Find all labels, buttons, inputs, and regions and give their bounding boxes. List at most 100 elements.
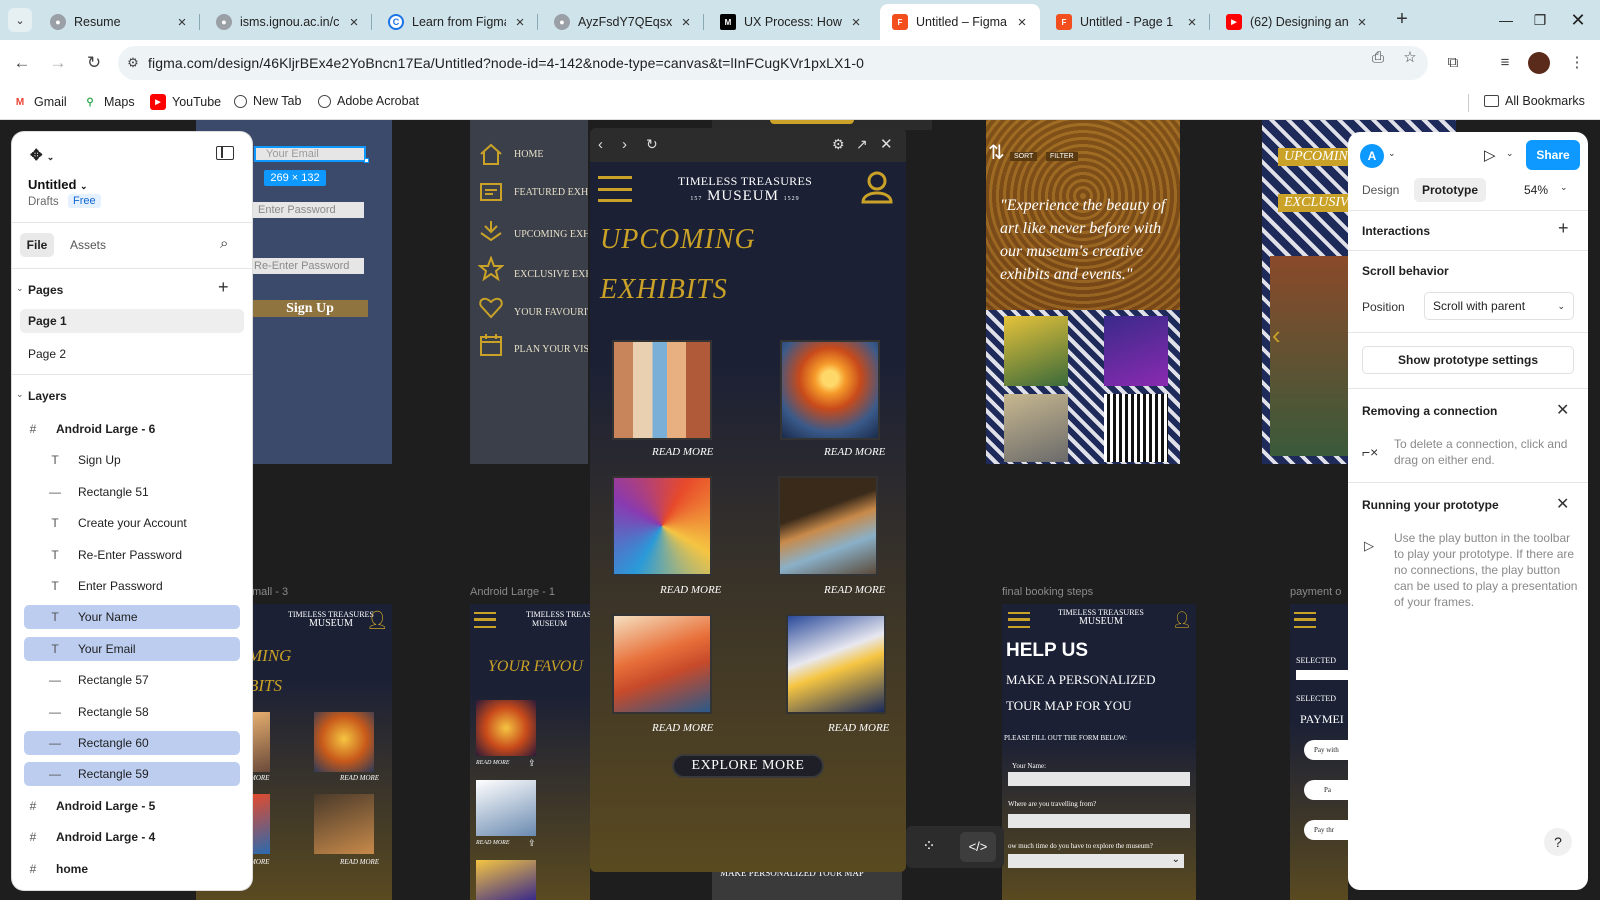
exhibit-image-sunset[interactable] bbox=[780, 340, 880, 440]
figma-main-menu[interactable]: ✥ ⌄ bbox=[30, 146, 54, 164]
layer-item[interactable]: — Rectangle 60 bbox=[24, 731, 240, 755]
show-prototype-settings-button[interactable]: Show prototype settings bbox=[1362, 346, 1574, 374]
layer-item[interactable]: # home bbox=[24, 857, 240, 881]
chevron-left-icon[interactable]: ‹ bbox=[1272, 320, 1281, 351]
profile-avatar[interactable] bbox=[1528, 52, 1550, 74]
read-more-link[interactable]: READ MORE bbox=[660, 584, 721, 596]
layer-item[interactable]: # Android Large - 6 bbox=[24, 417, 240, 441]
tab-search-button[interactable]: ⌄ bbox=[8, 8, 32, 32]
close-icon[interactable]: × bbox=[512, 14, 528, 31]
tab-design[interactable]: Design bbox=[1362, 183, 1399, 197]
settings-sliders-icon[interactable]: ⚙ bbox=[832, 136, 845, 153]
bookmark-star-icon[interactable]: ☆ bbox=[1398, 46, 1422, 70]
close-icon[interactable]: × bbox=[174, 14, 190, 31]
dev-mode-icon[interactable]: </> bbox=[960, 832, 996, 862]
tab-file[interactable]: File bbox=[20, 233, 54, 257]
layer-item[interactable]: — Rectangle 58 bbox=[24, 700, 240, 724]
reenter-password-field[interactable]: Re-Enter Password bbox=[252, 258, 364, 274]
chevron-down-icon[interactable]: ⌄ bbox=[1506, 148, 1514, 159]
your-email-field[interactable]: Your Email bbox=[254, 146, 366, 162]
browser-tab[interactable]: ● AyzFsdY7QEqsxbH × bbox=[542, 4, 704, 40]
layer-item[interactable]: T Create your Account bbox=[24, 511, 240, 535]
page-item-1[interactable]: Page 1 bbox=[20, 309, 244, 333]
layer-item[interactable]: T Sign Up bbox=[24, 448, 240, 472]
address-bar[interactable]: ⚙ figma.com/design/46KljrBEx4e2YoBncn17E… bbox=[118, 46, 1428, 80]
share-icon[interactable]: ⇪ bbox=[528, 758, 536, 769]
frame-menu[interactable]: HOME FEATURED EXHI UPCOMING EXHI EXCLUSI… bbox=[470, 120, 588, 464]
file-name[interactable]: Untitled ⌄ bbox=[28, 177, 88, 192]
sign-up-button[interactable]: Sign Up bbox=[252, 300, 368, 317]
browser-tab[interactable]: ● Resume × bbox=[38, 4, 200, 40]
forward-button[interactable]: → bbox=[46, 51, 70, 75]
exhibit-image-portrait[interactable] bbox=[612, 476, 712, 576]
booking-name-input[interactable] bbox=[1008, 772, 1190, 786]
tab-prototype[interactable]: Prototype bbox=[1414, 178, 1487, 202]
pay-option[interactable]: Pay thr bbox=[1304, 820, 1348, 840]
browser-menu-icon[interactable]: ⋮ bbox=[1564, 50, 1590, 76]
bookmark-gmail[interactable]: M Gmail bbox=[12, 94, 67, 110]
sort-button[interactable]: SORT bbox=[1010, 152, 1038, 161]
read-more-link[interactable]: READ MORE bbox=[652, 722, 713, 734]
layer-item[interactable]: # Android Large - 5 bbox=[24, 794, 240, 818]
layer-item[interactable]: T Your Email bbox=[24, 636, 240, 661]
share-button[interactable]: Share bbox=[1526, 140, 1580, 170]
frame-label[interactable]: final booking steps bbox=[1002, 586, 1093, 598]
read-more-link[interactable]: READ MORE bbox=[824, 446, 885, 458]
browser-tab[interactable]: ▶ (62) Designing an × bbox=[1214, 4, 1380, 40]
exhibit-image-surreal[interactable] bbox=[778, 476, 878, 576]
install-app-icon[interactable]: ⎙ bbox=[1366, 46, 1390, 70]
all-bookmarks[interactable]: All Bookmarks bbox=[1484, 94, 1585, 108]
position-select[interactable]: Scroll with parent ⌄ bbox=[1424, 292, 1574, 320]
restore-button[interactable]: ❐ bbox=[1522, 6, 1558, 34]
zoom-level[interactable]: 54% bbox=[1524, 183, 1548, 197]
project-location[interactable]: Drafts bbox=[28, 196, 59, 208]
bookmark-youtube[interactable]: ▶ YouTube bbox=[150, 94, 221, 110]
hamburger-menu-icon[interactable] bbox=[598, 176, 632, 202]
browser-tab-active[interactable]: F Untitled – Figma × bbox=[880, 4, 1040, 40]
layer-item[interactable]: — Rectangle 57 bbox=[24, 668, 240, 692]
prototype-screen[interactable]: TIMELESS TREASURES 157 MUSEUM 1529 UPCOM… bbox=[590, 162, 906, 872]
frame-payment[interactable]: SELECTED SELECTED PAYMEI Pay with Pa Pay… bbox=[1290, 604, 1348, 900]
present-play-icon[interactable]: ▷ bbox=[1484, 146, 1496, 164]
open-external-icon[interactable]: ↗ bbox=[856, 136, 868, 153]
explore-more-button[interactable]: EXPLORE MORE bbox=[672, 754, 824, 778]
layer-item[interactable]: — Rectangle 59 bbox=[24, 762, 240, 787]
read-more-link[interactable]: READ MORE bbox=[824, 584, 885, 596]
bookmark-adobe-acrobat[interactable]: Adobe Acrobat bbox=[318, 94, 419, 108]
chevron-down-icon[interactable]: ⌄ bbox=[1560, 182, 1568, 193]
browser-tab[interactable]: C Learn from Figma × bbox=[376, 4, 538, 40]
close-icon[interactable]: × bbox=[1014, 14, 1030, 31]
pay-option[interactable]: Pa bbox=[1304, 780, 1348, 800]
site-settings-icon[interactable]: ⚙ bbox=[118, 55, 148, 71]
bookmark-maps[interactable]: ⚲ Maps bbox=[82, 94, 134, 110]
page-item-2[interactable]: Page 2 bbox=[28, 347, 66, 361]
museum-logo[interactable]: TIMELESS TREASURES 157 MUSEUM 1529 bbox=[670, 174, 820, 207]
frame-label[interactable]: Android Large - 1 bbox=[470, 586, 555, 598]
plan-badge[interactable]: Free bbox=[68, 194, 101, 208]
close-icon[interactable]: ✕ bbox=[1556, 494, 1569, 514]
help-button[interactable]: ? bbox=[1544, 828, 1572, 856]
frame-final-booking[interactable]: TIMELESS TREASURES MUSEUM 👤︎ HELP US MAKE… bbox=[1002, 604, 1196, 900]
chevron-right-icon[interactable]: › bbox=[622, 136, 627, 153]
minimize-button[interactable]: — bbox=[1488, 6, 1524, 34]
read-more-link[interactable]: READ MORE bbox=[828, 722, 889, 734]
layer-item[interactable]: T Re-Enter Password bbox=[24, 543, 240, 567]
browser-tab[interactable]: M UX Process: How c × bbox=[708, 4, 874, 40]
back-button[interactable]: ← bbox=[10, 51, 34, 75]
close-icon[interactable]: ✕ bbox=[880, 135, 893, 153]
frame-art-quote[interactable]: ⇅ SORT FILTER "Experience the beauty of … bbox=[986, 120, 1180, 464]
close-icon[interactable]: × bbox=[848, 14, 864, 31]
frame-label[interactable]: mall - 3 bbox=[252, 586, 288, 598]
enter-password-field[interactable]: Enter Password bbox=[252, 202, 364, 218]
bookmark-new-tab[interactable]: New Tab bbox=[234, 94, 301, 108]
layer-item[interactable]: — Rectangle 51 bbox=[24, 480, 240, 504]
layer-item[interactable]: T Your Name bbox=[24, 605, 240, 630]
close-icon[interactable]: × bbox=[1354, 14, 1370, 31]
restart-icon[interactable]: ↻ bbox=[646, 136, 658, 153]
exhibit-image-piano[interactable] bbox=[786, 614, 886, 714]
url-text[interactable]: figma.com/design/46KljrBEx4e2YoBncn17Ea/… bbox=[148, 55, 864, 71]
add-page-icon[interactable]: + bbox=[218, 277, 229, 298]
sidebar-toggle-icon[interactable] bbox=[216, 146, 234, 160]
close-icon[interactable]: ✕ bbox=[1556, 400, 1569, 420]
close-window-button[interactable]: ✕ bbox=[1560, 6, 1596, 34]
